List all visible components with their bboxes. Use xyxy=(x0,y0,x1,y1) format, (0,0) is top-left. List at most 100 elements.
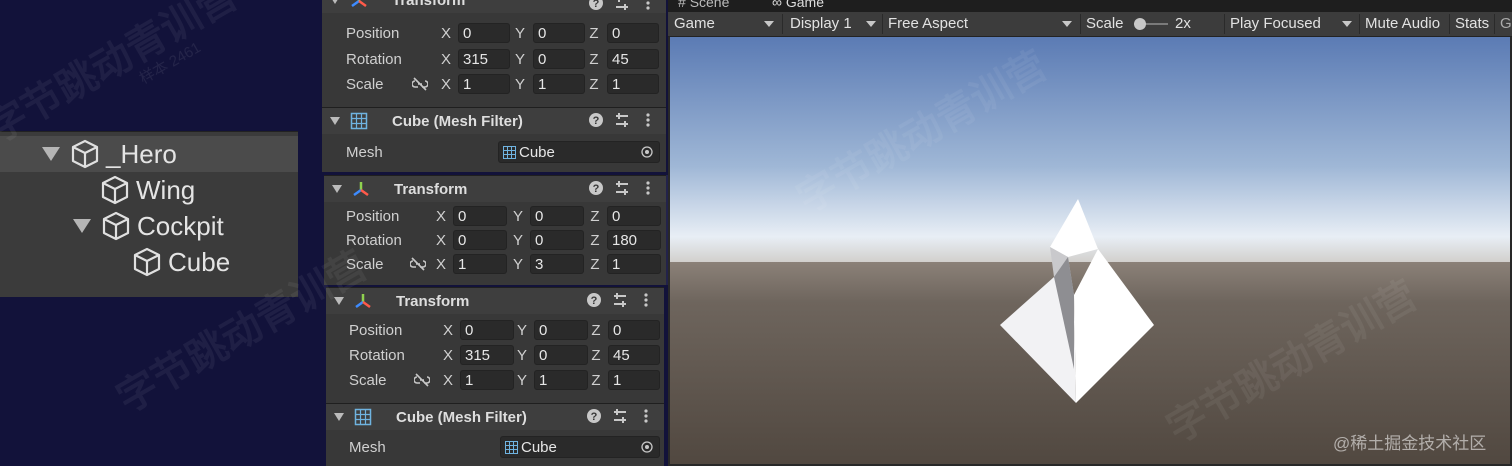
svg-text:?: ? xyxy=(593,183,600,195)
position-z-field[interactable]: 0 xyxy=(607,23,659,43)
component-title: Cube (Mesh Filter) xyxy=(396,408,527,426)
position-y-field[interactable]: 0 xyxy=(530,206,584,226)
help-icon[interactable]: ? xyxy=(588,112,604,128)
mesh-row: Mesh Cube xyxy=(322,140,666,164)
mesh-row: Mesh Cube xyxy=(326,435,664,459)
position-x-field[interactable]: 0 xyxy=(460,320,514,340)
position-z-field[interactable]: 0 xyxy=(607,206,661,226)
constrain-proportions-icon[interactable] xyxy=(414,373,430,387)
presets-icon[interactable] xyxy=(614,0,630,11)
component-title: Transform xyxy=(396,292,470,310)
tab-scene-label: Scene xyxy=(689,0,730,10)
axis-y-label: Y xyxy=(514,75,525,93)
mesh-filter-header[interactable]: Cube (Mesh Filter) ? xyxy=(326,403,664,430)
gizmos-toggle[interactable]: G xyxy=(1500,12,1512,36)
help-icon[interactable]: ? xyxy=(586,292,602,308)
rotation-z-field[interactable]: 45 xyxy=(608,345,660,365)
field-label: Rotation xyxy=(349,346,405,364)
presets-icon[interactable] xyxy=(612,292,628,308)
kebab-menu-icon[interactable] xyxy=(640,180,656,196)
rotation-z-field[interactable]: 180 xyxy=(607,230,661,250)
axis-z-label: Z xyxy=(589,24,599,42)
position-x-field[interactable]: 0 xyxy=(458,23,510,43)
field-label: Mesh xyxy=(346,143,383,161)
foldout-arrow-icon[interactable] xyxy=(334,413,344,421)
gameobject-icon xyxy=(133,247,161,277)
foldout-arrow-icon[interactable] xyxy=(330,0,340,4)
scale-z-field[interactable]: 1 xyxy=(608,370,660,390)
axis-y-label: Y xyxy=(516,321,527,339)
presets-icon[interactable] xyxy=(612,408,628,424)
transform-header[interactable]: Transform ? xyxy=(322,0,666,13)
position-x-field[interactable]: 0 xyxy=(453,206,507,226)
kebab-menu-icon[interactable] xyxy=(638,408,654,424)
transform-icon xyxy=(355,294,371,309)
position-y-field[interactable]: 0 xyxy=(533,23,585,43)
rotation-z-field[interactable]: 45 xyxy=(607,49,659,69)
inspector-panel-2: Transform ? Position X 0 Y 0 Z 0 Rotatio… xyxy=(324,175,669,285)
help-icon[interactable]: ? xyxy=(588,0,604,11)
help-icon[interactable]: ? xyxy=(586,408,602,424)
position-y-field[interactable]: 0 xyxy=(534,320,588,340)
scale-y-field[interactable]: 3 xyxy=(530,254,584,274)
game-viewport[interactable] xyxy=(670,37,1510,464)
toolbar-divider xyxy=(1359,14,1360,34)
constrain-proportions-icon[interactable] xyxy=(410,257,426,271)
axis-x-label: X xyxy=(442,371,453,389)
scale-y-field[interactable]: 1 xyxy=(533,74,585,94)
hierarchy-item-hero[interactable]: _Hero xyxy=(0,136,298,172)
rotation-x-field[interactable]: 315 xyxy=(460,345,514,365)
kebab-menu-icon[interactable] xyxy=(640,112,656,128)
mesh-filter-icon xyxy=(350,112,368,130)
presets-icon[interactable] xyxy=(614,180,630,196)
game-mode-dropdown[interactable]: Game xyxy=(674,12,778,36)
tab-game[interactable]: ∞ Game xyxy=(772,0,824,10)
foldout-arrow-icon[interactable] xyxy=(332,185,342,193)
scale-x-field[interactable]: 1 xyxy=(453,254,507,274)
hierarchy-item-cockpit[interactable]: Cockpit xyxy=(0,208,298,244)
kebab-menu-icon[interactable] xyxy=(638,292,654,308)
scale-z-field[interactable]: 1 xyxy=(607,254,661,274)
rotation-y-field[interactable]: 0 xyxy=(534,345,588,365)
scale-x-field[interactable]: 1 xyxy=(460,370,514,390)
constrain-proportions-icon[interactable] xyxy=(412,77,428,91)
hierarchy-item-wing[interactable]: Wing xyxy=(0,172,298,208)
stats-toggle[interactable]: Stats xyxy=(1455,12,1489,36)
position-z-field[interactable]: 0 xyxy=(608,320,660,340)
play-mode-dropdown[interactable]: Play Focused xyxy=(1230,12,1356,36)
foldout-arrow-icon[interactable] xyxy=(330,117,340,125)
presets-icon[interactable] xyxy=(614,112,630,128)
tab-scene[interactable]: # Scene xyxy=(678,0,729,10)
object-picker-icon[interactable] xyxy=(641,441,653,453)
object-picker-icon[interactable] xyxy=(641,146,653,158)
scale-slider[interactable] xyxy=(1134,18,1168,30)
scale-y-field[interactable]: 1 xyxy=(534,370,588,390)
rotation-x-field[interactable]: 0 xyxy=(453,230,507,250)
help-icon[interactable]: ? xyxy=(588,180,604,196)
field-label: Position xyxy=(346,207,400,225)
hierarchy-item-cube[interactable]: Cube xyxy=(0,244,298,280)
mute-audio-toggle[interactable]: Mute Audio xyxy=(1365,12,1440,36)
aspect-dropdown[interactable]: Free Aspect xyxy=(888,12,1076,36)
scale-z-field[interactable]: 1 xyxy=(607,74,659,94)
rotation-y-field[interactable]: 0 xyxy=(533,49,585,69)
mesh-filter-header[interactable]: Cube (Mesh Filter) ? xyxy=(322,107,666,134)
display-dropdown[interactable]: Display 1 xyxy=(790,12,880,36)
position-row: Position X 0 Y 0 Z 0 xyxy=(324,204,666,228)
mesh-object-field[interactable]: Cube xyxy=(500,436,660,458)
mesh-object-field[interactable]: Cube xyxy=(498,141,660,163)
expand-arrow-icon[interactable] xyxy=(42,147,60,161)
kebab-menu-icon[interactable] xyxy=(640,0,656,11)
transform-header[interactable]: Transform ? xyxy=(324,175,666,202)
axis-x-label: X xyxy=(442,321,453,339)
expand-arrow-icon[interactable] xyxy=(73,219,91,233)
rotation-x-field[interactable]: 315 xyxy=(458,49,510,69)
scale-x-field[interactable]: 1 xyxy=(458,74,510,94)
transform-icon xyxy=(351,0,367,8)
rotation-y-field[interactable]: 0 xyxy=(530,230,584,250)
rotation-row: Rotation X 315 Y 0 Z 45 xyxy=(326,343,664,367)
svg-text:?: ? xyxy=(593,115,600,127)
scale-slider-thumb[interactable] xyxy=(1134,18,1146,30)
foldout-arrow-icon[interactable] xyxy=(334,297,344,305)
transform-header[interactable]: Transform ? xyxy=(326,287,664,314)
